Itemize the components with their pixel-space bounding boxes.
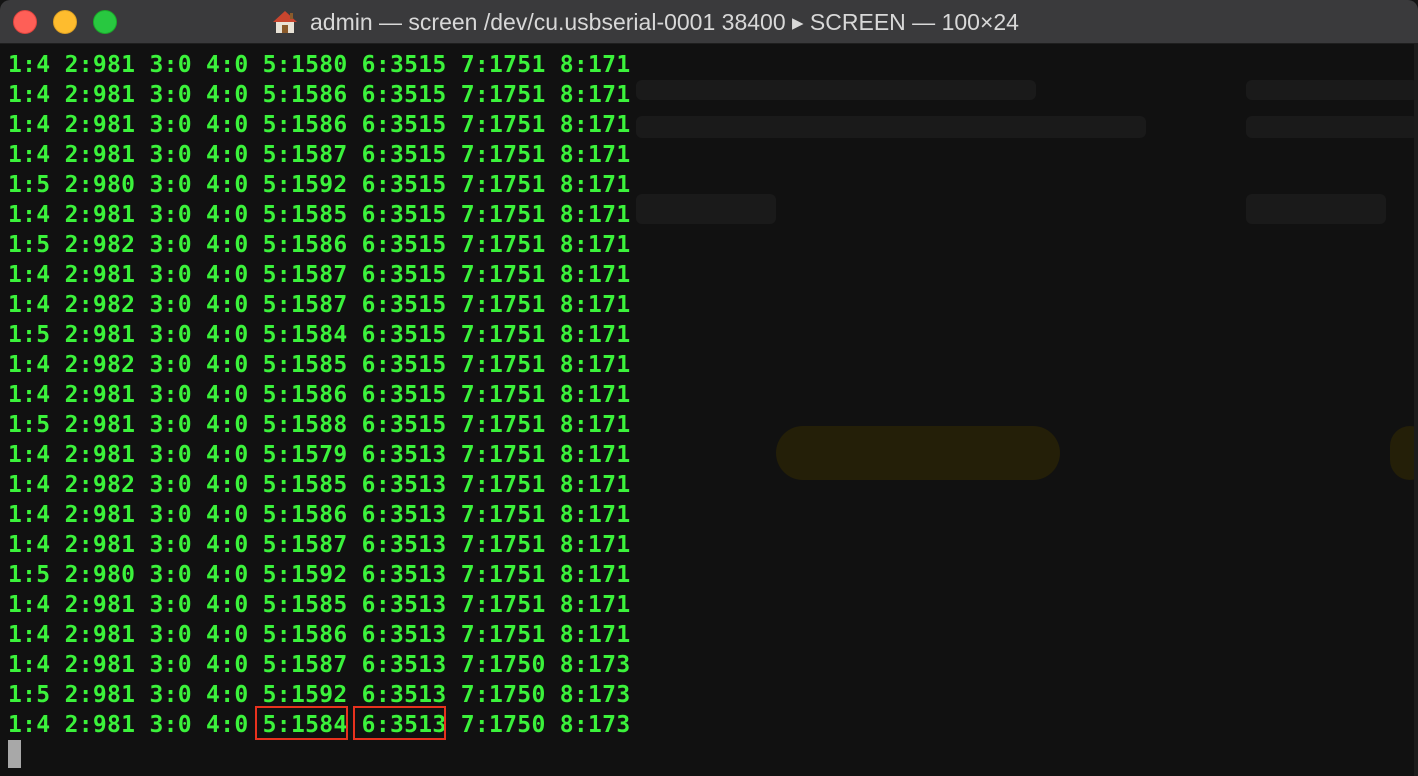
title-bar[interactable]: admin — screen /dev/cu.usbserial-0001 38… <box>0 0 1418 44</box>
background-ghost-price <box>636 194 776 224</box>
terminal-line: 1:4 2:981 3:0 4:0 5:1587 6:3515 7:1751 8… <box>8 142 631 168</box>
terminal-line: 1:4 2:981 3:0 4:0 5:1585 6:3513 7:1751 8… <box>8 592 631 618</box>
terminal-line: 1:4 2:981 3:0 4:0 5:1587 6:3513 7:1751 8… <box>8 532 631 558</box>
terminal-line: 1:4 2:981 3:0 4:0 5:1586 6:3515 7:1751 8… <box>8 112 631 138</box>
terminal-line: 1:4 2:981 3:0 4:0 5:1586 6:3513 7:1751 8… <box>8 622 631 648</box>
background-ghost-price <box>1246 194 1386 224</box>
background-ghost-button <box>776 426 1060 480</box>
highlight-box-channel-6 <box>353 706 446 740</box>
terminal-line: 1:5 2:980 3:0 4:0 5:1592 6:3513 7:1751 8… <box>8 562 631 588</box>
background-ghost-text <box>1246 116 1418 138</box>
terminal-line: 1:5 2:981 3:0 4:0 5:1588 6:3515 7:1751 8… <box>8 412 631 438</box>
terminal-line: 1:4 2:981 3:0 4:0 5:1587 6:3515 7:1751 8… <box>8 262 631 288</box>
terminal-line: 1:4 2:981 3:0 4:0 5:1586 6:3515 7:1751 8… <box>8 382 631 408</box>
minimize-button[interactable] <box>53 10 77 34</box>
scrollbar-track[interactable] <box>1414 44 1418 776</box>
terminal-window: admin — screen /dev/cu.usbserial-0001 38… <box>0 0 1418 776</box>
terminal-line: 1:4 2:982 3:0 4:0 5:1587 6:3515 7:1751 8… <box>8 292 631 318</box>
close-button[interactable] <box>13 10 37 34</box>
terminal-output-area[interactable]: 1:4 2:981 3:0 4:0 5:1580 6:3515 7:1751 8… <box>0 44 1418 776</box>
background-ghost-text <box>1246 80 1418 100</box>
zoom-button[interactable] <box>93 10 117 34</box>
terminal-line: 1:4 2:981 3:0 4:0 5:1580 6:3515 7:1751 8… <box>8 52 631 78</box>
terminal-line: 1:4 2:981 3:0 4:0 5:1587 6:3513 7:1750 8… <box>8 652 631 678</box>
window-title-text: admin — screen /dev/cu.usbserial-0001 38… <box>310 8 1019 35</box>
highlight-box-channel-5 <box>255 706 348 740</box>
terminal-line: 1:4 2:982 3:0 4:0 5:1585 6:3513 7:1751 8… <box>8 472 631 498</box>
serial-output-lines: 1:4 2:981 3:0 4:0 5:1580 6:3515 7:1751 8… <box>8 50 630 740</box>
terminal-line: 1:4 2:981 3:0 4:0 5:1586 6:3513 7:1751 8… <box>8 502 631 528</box>
terminal-line: 1:5 2:982 3:0 4:0 5:1586 6:3515 7:1751 8… <box>8 232 631 258</box>
terminal-line: 1:4 2:981 3:0 4:0 5:1586 6:3515 7:1751 8… <box>8 82 631 108</box>
terminal-line: 1:4 2:982 3:0 4:0 5:1585 6:3515 7:1751 8… <box>8 352 631 378</box>
background-ghost-text <box>636 116 1146 138</box>
terminal-cursor <box>8 740 21 768</box>
terminal-line: 1:5 2:980 3:0 4:0 5:1592 6:3515 7:1751 8… <box>8 172 631 198</box>
window-title: admin — screen /dev/cu.usbserial-0001 38… <box>272 8 1019 36</box>
terminal-line: 1:4 2:981 3:0 4:0 5:1585 6:3515 7:1751 8… <box>8 202 631 228</box>
background-ghost-text <box>636 80 1036 100</box>
terminal-line: 1:4 2:981 3:0 4:0 5:1579 6:3513 7:1751 8… <box>8 442 631 468</box>
home-icon <box>272 9 298 35</box>
terminal-line: 1:5 2:981 3:0 4:0 5:1584 6:3515 7:1751 8… <box>8 322 631 348</box>
